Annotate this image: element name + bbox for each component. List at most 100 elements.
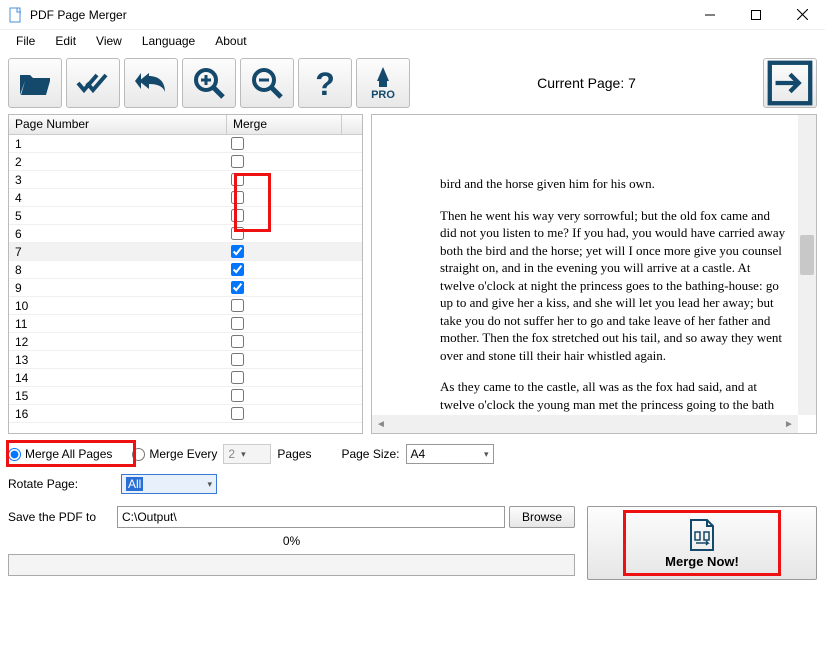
zoom-out-button[interactable]	[240, 58, 294, 108]
table-row[interactable]: 6	[9, 225, 362, 243]
menu-language[interactable]: Language	[132, 32, 205, 50]
undo-icon	[133, 65, 169, 101]
merge-every-count[interactable]: 2▾	[223, 444, 271, 464]
minimize-button[interactable]	[687, 0, 733, 30]
current-page-label: Current Page: 7	[517, 75, 656, 91]
merge-cell	[227, 389, 342, 402]
menubar: File Edit View Language About	[0, 30, 825, 52]
preview-hscrollbar[interactable]: ◄►	[372, 415, 798, 433]
menu-view[interactable]: View	[86, 32, 132, 50]
svg-text:PRO: PRO	[371, 89, 395, 101]
merge-checkbox[interactable]	[231, 227, 244, 240]
col-merge[interactable]: Merge	[227, 115, 342, 134]
table-row[interactable]: 8	[9, 261, 362, 279]
save-path-input[interactable]	[117, 506, 505, 528]
merge-checkbox[interactable]	[231, 137, 244, 150]
merge-every-radio[interactable]: Merge Every	[132, 447, 217, 461]
preview-content: bird and the horse given him for his own…	[372, 115, 798, 415]
merge-all-radio-input[interactable]	[8, 448, 21, 461]
merge-cell	[227, 407, 342, 420]
export-icon	[764, 57, 816, 109]
rotate-page-label: Rotate Page:	[8, 477, 113, 491]
svg-text:?: ?	[315, 66, 335, 101]
table-row[interactable]: 14	[9, 369, 362, 387]
page-number-cell: 13	[9, 353, 227, 367]
table-row[interactable]: 11	[9, 315, 362, 333]
page-number-cell: 7	[9, 245, 227, 259]
merge-cell	[227, 281, 342, 294]
progress-label: 0%	[8, 534, 575, 548]
page-number-cell: 1	[9, 137, 227, 151]
save-path-label: Save the PDF to	[8, 510, 113, 524]
pages-label: Pages	[277, 447, 311, 461]
zoom-in-button[interactable]	[182, 58, 236, 108]
page-size-select[interactable]: A4▾	[406, 444, 494, 464]
col-page-number[interactable]: Page Number	[9, 115, 227, 134]
table-row[interactable]: 3	[9, 171, 362, 189]
merge-checkbox[interactable]	[231, 209, 244, 222]
merge-checkbox[interactable]	[231, 389, 244, 402]
table-row[interactable]: 15	[9, 387, 362, 405]
help-button[interactable]: ?	[298, 58, 352, 108]
app-icon	[8, 7, 24, 23]
table-row[interactable]: 4	[9, 189, 362, 207]
table-row[interactable]: 2	[9, 153, 362, 171]
merge-now-button[interactable]: Merge Now!	[587, 506, 817, 580]
merge-cell	[227, 317, 342, 330]
page-number-cell: 6	[9, 227, 227, 241]
page-number-cell: 15	[9, 389, 227, 403]
menu-about[interactable]: About	[205, 32, 256, 50]
table-row[interactable]: 1	[9, 135, 362, 153]
merge-checkbox[interactable]	[231, 335, 244, 348]
page-number-cell: 14	[9, 371, 227, 385]
preview-vscrollbar[interactable]	[798, 115, 816, 415]
merge-checkbox[interactable]	[231, 191, 244, 204]
merge-checkbox[interactable]	[231, 263, 244, 276]
table-row[interactable]: 5	[9, 207, 362, 225]
check-all-button[interactable]	[66, 58, 120, 108]
table-row[interactable]: 7	[9, 243, 362, 261]
table-row[interactable]: 9	[9, 279, 362, 297]
merge-all-radio[interactable]: Merge All Pages	[8, 447, 112, 461]
page-number-cell: 9	[9, 281, 227, 295]
merge-cell	[227, 263, 342, 276]
merge-checkbox[interactable]	[231, 317, 244, 330]
preview-text: As they came to the castle, all was as t…	[440, 378, 786, 415]
maximize-button[interactable]	[733, 0, 779, 30]
zoom-out-icon	[249, 65, 285, 101]
double-check-icon	[75, 65, 111, 101]
page-list-body[interactable]: 12345678910111213141516	[9, 135, 362, 433]
browse-button[interactable]: Browse	[509, 506, 575, 528]
rotate-page-select[interactable]: All▾	[121, 474, 217, 494]
page-number-cell: 16	[9, 407, 227, 421]
merge-cell	[227, 353, 342, 366]
merge-checkbox[interactable]	[231, 407, 244, 420]
merge-checkbox[interactable]	[231, 245, 244, 258]
open-button[interactable]	[8, 58, 62, 108]
merge-doc-icon	[687, 518, 717, 552]
merge-checkbox[interactable]	[231, 281, 244, 294]
merge-cell	[227, 155, 342, 168]
menu-file[interactable]: File	[6, 32, 45, 50]
close-button[interactable]	[779, 0, 825, 30]
merge-every-radio-input[interactable]	[132, 448, 145, 461]
merge-checkbox[interactable]	[231, 173, 244, 186]
merge-checkbox[interactable]	[231, 371, 244, 384]
export-button[interactable]	[763, 58, 817, 108]
merge-checkbox[interactable]	[231, 155, 244, 168]
progress-bar	[8, 554, 575, 576]
table-row[interactable]: 13	[9, 351, 362, 369]
preview-text: Then he went his way very sorrowful; but…	[440, 207, 786, 365]
zoom-in-icon	[191, 65, 227, 101]
table-row[interactable]: 12	[9, 333, 362, 351]
merge-cell	[227, 335, 342, 348]
undo-button[interactable]	[124, 58, 178, 108]
menu-edit[interactable]: Edit	[45, 32, 86, 50]
page-number-cell: 3	[9, 173, 227, 187]
table-row[interactable]: 10	[9, 297, 362, 315]
pro-button[interactable]: PRO	[356, 58, 410, 108]
merge-cell	[227, 173, 342, 186]
merge-checkbox[interactable]	[231, 353, 244, 366]
merge-checkbox[interactable]	[231, 299, 244, 312]
table-row[interactable]: 16	[9, 405, 362, 423]
